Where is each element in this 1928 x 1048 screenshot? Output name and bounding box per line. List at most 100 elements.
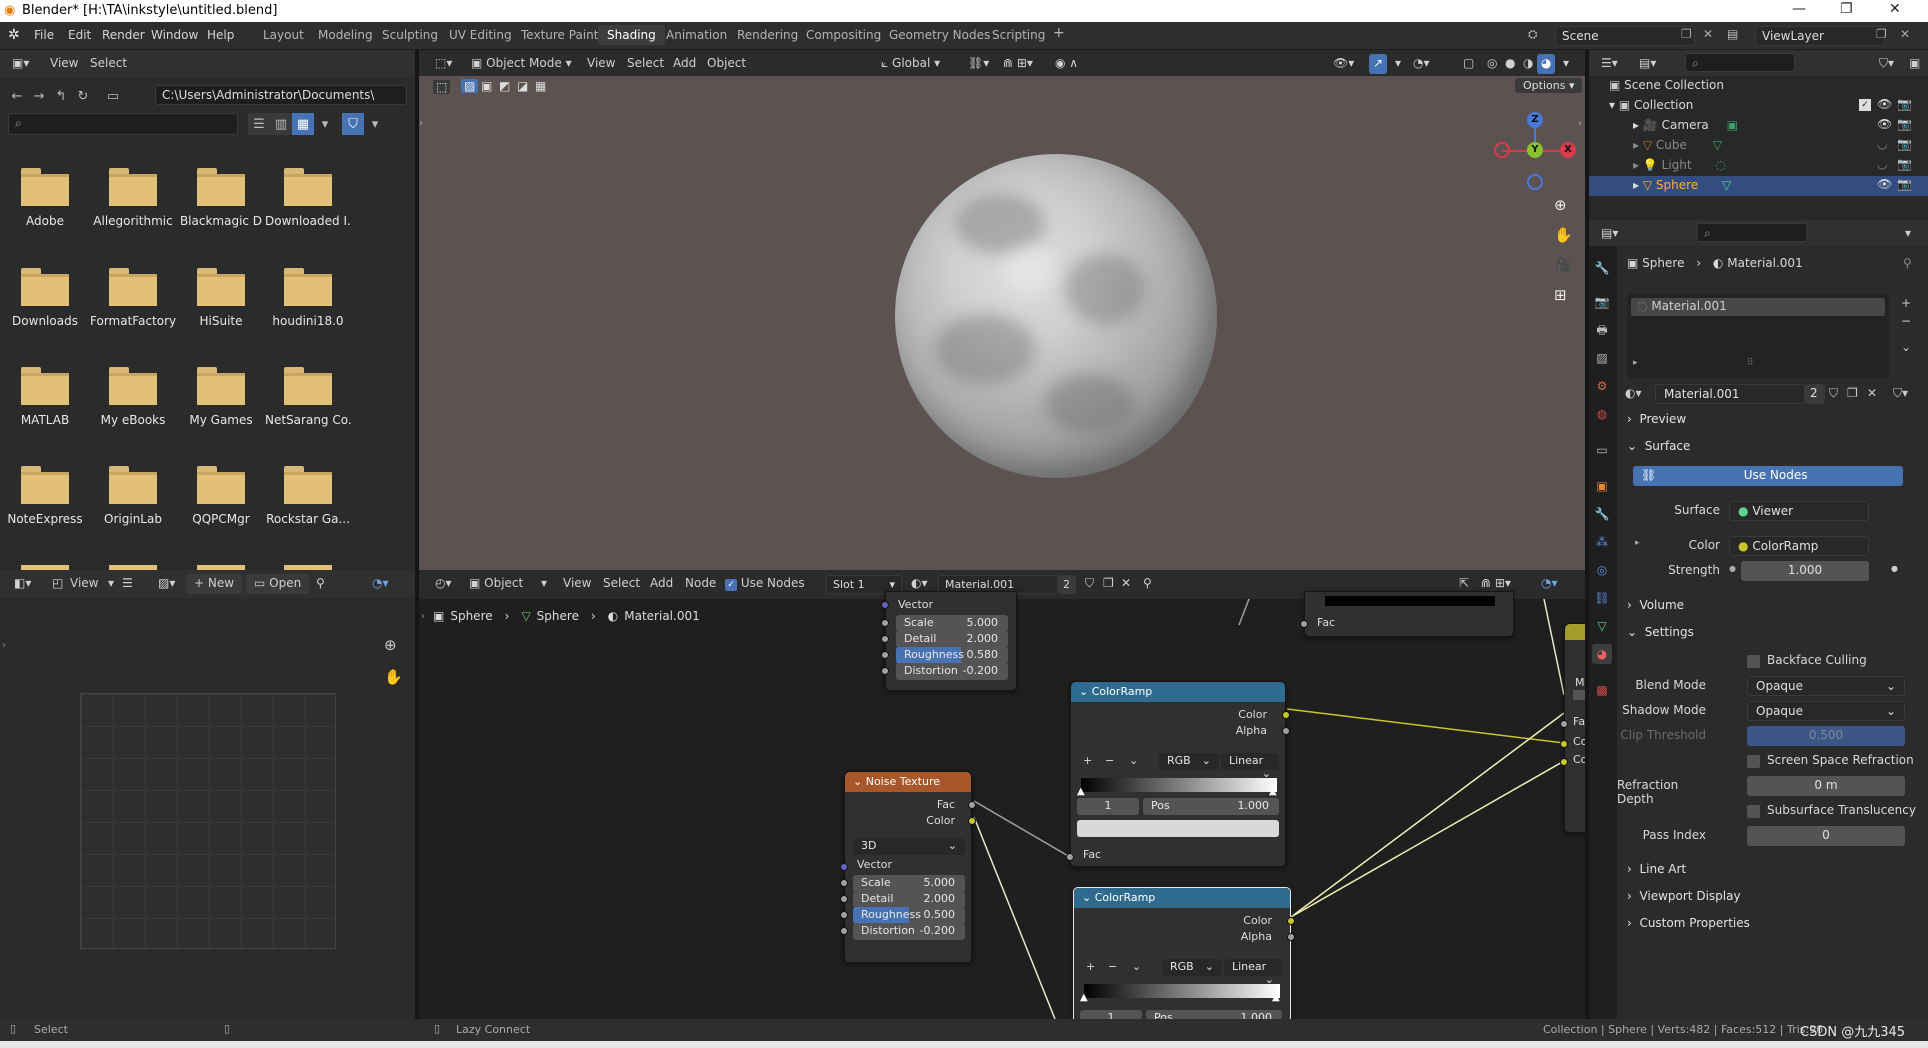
interpolation-dropdown[interactable]: Linear ⌄ xyxy=(1224,959,1282,986)
minimize-icon[interactable]: — xyxy=(1792,1,1806,17)
distortion-socket[interactable] xyxy=(840,927,848,935)
filter-dropdown-icon[interactable]: ▾ xyxy=(364,113,386,135)
camera-view-icon[interactable]: 🎥 xyxy=(1554,256,1573,274)
new-collection-icon[interactable]: ▣ xyxy=(1905,54,1924,74)
folder-item[interactable]: houdini18.0 xyxy=(265,268,351,328)
stop-color-swatch[interactable] xyxy=(1077,820,1279,837)
eye-icon[interactable]: 👁 xyxy=(1877,97,1892,111)
fac-output-socket[interactable] xyxy=(968,801,976,809)
image-view-dropdown-icon[interactable]: ▾ xyxy=(104,574,118,594)
roughness-socket[interactable] xyxy=(881,651,889,659)
file-search-input[interactable]: ⌕ xyxy=(8,113,238,135)
roughness-socket[interactable] xyxy=(840,911,848,919)
gizmo-toggle-icon[interactable]: ↗ xyxy=(1369,54,1388,74)
physics-tab-icon[interactable]: ◎ xyxy=(1592,560,1612,580)
ramp-stop-white-icon[interactable]: ▲ xyxy=(1269,786,1277,797)
fake-user-icon[interactable]: ⛉ xyxy=(1081,574,1098,594)
section-settings[interactable]: ⌄ Settings xyxy=(1627,625,1694,639)
directory-path-input[interactable]: C:\Users\Administrator\Documents\ xyxy=(155,85,407,105)
expand-arrow-icon[interactable]: ▸ xyxy=(1635,538,1640,548)
camera-render-icon[interactable]: 📷 xyxy=(1897,177,1912,191)
object-tab-icon[interactable]: ▣ xyxy=(1592,476,1612,496)
outliner-search-input[interactable]: ⌕ xyxy=(1685,53,1795,72)
material-users-count[interactable]: 2 xyxy=(1805,384,1825,404)
gizmo-neg-z[interactable] xyxy=(1527,174,1543,190)
folder-item[interactable]: Allegorithmic xyxy=(90,168,176,228)
eye-icon[interactable]: 👁 xyxy=(1877,117,1892,131)
alpha-output-socket[interactable] xyxy=(1282,727,1290,735)
folder-item[interactable]: FormatFactory xyxy=(90,268,176,328)
zoom-icon[interactable]: ⊕ xyxy=(1554,196,1567,214)
expand-arrow-icon[interactable]: ▸ xyxy=(1633,118,1639,132)
texture-tab-icon[interactable]: ▩ xyxy=(1592,680,1612,700)
grid-ortho-icon[interactable]: ⊞ xyxy=(1554,286,1567,304)
eye-icon[interactable]: 👁 xyxy=(1877,177,1892,191)
folder-item[interactable]: HiSuite xyxy=(178,268,264,328)
sphere-object[interactable] xyxy=(895,154,1217,478)
outliner-item-cube[interactable]: ▸ ▽ Cube ▽ xyxy=(1633,138,1722,160)
eye-hidden-icon[interactable]: ◡ xyxy=(1877,137,1887,151)
node-node-menu[interactable]: Node xyxy=(681,574,720,594)
hand-pan-icon[interactable]: ✋ xyxy=(1554,226,1573,244)
image-editor-type-icon[interactable]: ◧▾ xyxy=(10,574,35,594)
folder-item[interactable]: QQPCMgr xyxy=(178,466,264,526)
tab-rendering[interactable]: Rendering xyxy=(737,28,798,42)
shader-type-dropdown[interactable]: ▣ Object xyxy=(465,574,527,594)
subsurface-translucency-checkbox[interactable] xyxy=(1747,805,1760,818)
camera-render-icon[interactable]: 📷 xyxy=(1897,117,1912,131)
detail-field[interactable]: Detail 2.000 xyxy=(896,631,1008,648)
color1-input-socket[interactable] xyxy=(1560,740,1568,748)
sidebar-toggle-icon[interactable]: ‹ xyxy=(1578,118,1582,129)
properties-options-icon[interactable]: ▾ xyxy=(1901,224,1915,244)
viewlayer-icon[interactable]: ▤ xyxy=(1727,27,1738,41)
colorramp-header[interactable]: ⌄ ColorRamp xyxy=(1071,682,1285,702)
unlink-material-icon[interactable]: ✕ xyxy=(1867,386,1877,400)
hamburger-menu-icon[interactable]: ☰ xyxy=(118,574,137,594)
display-settings-icon[interactable]: ▾ xyxy=(314,113,336,135)
material-shading-icon[interactable]: ◑ xyxy=(1519,54,1537,74)
outliner-collection[interactable]: ▾ ▣ Collection xyxy=(1609,98,1693,120)
folder-item[interactable]: Downloads xyxy=(2,268,88,328)
tab-uv-editing[interactable]: UV Editing xyxy=(449,28,512,42)
constraints-tab-icon[interactable]: ⛓ xyxy=(1592,588,1612,608)
node-select-menu[interactable]: Select xyxy=(599,574,644,594)
transform-orientation-dropdown[interactable]: ⟀ Global ▾ xyxy=(877,54,944,74)
strength-field[interactable]: 1.000 xyxy=(1741,561,1869,581)
material-users-count[interactable]: 2 xyxy=(1058,575,1076,594)
menu-help[interactable]: Help xyxy=(207,28,234,42)
material-slot-list[interactable]: ◌ Material.001 ▸ ⠿ xyxy=(1627,294,1889,378)
distortion-field[interactable]: Distortion -0.200 xyxy=(853,923,965,940)
scale-socket[interactable] xyxy=(840,879,848,887)
overlay-icon[interactable]: ◔▾ xyxy=(1537,574,1562,594)
outliner-item-camera[interactable]: ▸ 🎥 Camera ▣ xyxy=(1633,118,1738,140)
eye-hidden-icon[interactable]: ◡ xyxy=(1877,157,1887,171)
pin-icon[interactable]: ⚲ xyxy=(1903,256,1912,270)
ramp-stop-white-icon[interactable]: ▲ xyxy=(1272,992,1280,1003)
interpolation-dropdown[interactable]: Linear ⌄ xyxy=(1221,753,1279,780)
outliner-item-sphere[interactable]: ▸ ▽ Sphere ▽ xyxy=(1633,178,1731,200)
blender-menu-icon[interactable]: ✲ xyxy=(8,27,20,43)
pivot-icon[interactable]: ⛓▾ xyxy=(964,54,993,74)
select-mode-intersect-icon[interactable]: ▦ xyxy=(535,79,546,93)
slot-specials-icon[interactable]: ⌄ xyxy=(1901,340,1911,354)
vector-socket[interactable] xyxy=(881,601,889,609)
browse-node-icon[interactable]: ⛉▾ xyxy=(1893,386,1908,401)
folder-item[interactable]: NetSarang Co... xyxy=(265,367,351,427)
gizmo-neg-x[interactable] xyxy=(1494,142,1510,158)
distortion-socket[interactable] xyxy=(881,667,889,675)
select-mode-new-icon[interactable]: ▨ xyxy=(461,79,479,93)
data-tab-icon[interactable]: ▽ xyxy=(1592,616,1612,636)
file-select-menu[interactable]: Select xyxy=(86,54,131,74)
select-mode-extend-icon[interactable]: ▣ xyxy=(481,79,492,93)
new-image-button[interactable]: + New xyxy=(186,574,243,594)
noise-texture-header[interactable]: ⌄ Noise Texture xyxy=(845,772,971,792)
tab-modeling[interactable]: Modeling xyxy=(318,28,373,42)
menu-window[interactable]: Window xyxy=(151,28,198,42)
collection-checkbox[interactable]: ✓ xyxy=(1859,99,1871,111)
roughness-field[interactable]: Roughness 0.500 xyxy=(853,907,965,924)
outliner-editor-type-icon[interactable]: ☰▾ xyxy=(1597,54,1622,74)
colorramp-node-2[interactable]: ⌄ ColorRamp Color Alpha + − ⌄ RGB ⌄ Line… xyxy=(1073,887,1295,1027)
blend-mode-dropdown[interactable]: Opaque ⌄ xyxy=(1747,676,1905,696)
refresh-icon[interactable]: ↻ xyxy=(72,85,94,107)
folder-item[interactable]: My eBooks xyxy=(90,367,176,427)
